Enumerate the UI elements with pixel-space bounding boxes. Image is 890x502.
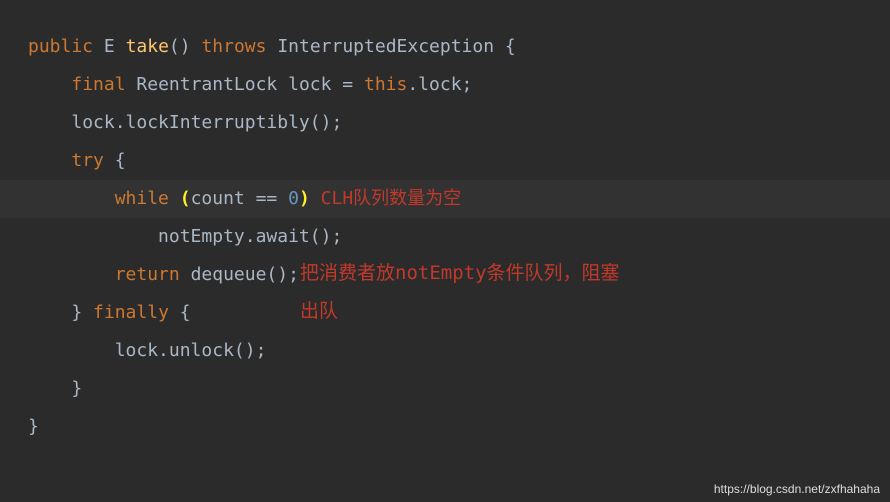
condition-expr: count ==: [191, 188, 289, 209]
brace-close: }: [71, 378, 82, 399]
parentheses: (): [169, 36, 191, 57]
keyword-throws: throws: [201, 36, 266, 57]
var-decl: lock =: [288, 74, 364, 95]
keyword-public: public: [28, 36, 93, 57]
number-zero: 0: [288, 188, 299, 209]
keyword-try: try: [71, 150, 104, 171]
annotation-dequeue: 出队: [300, 292, 338, 330]
code-line-1: public E take() throws InterruptedExcept…: [28, 28, 890, 66]
code-editor: public E take() throws InterruptedExcept…: [0, 0, 890, 446]
type-reentrantlock: ReentrantLock: [136, 74, 277, 95]
keyword-final: final: [71, 74, 125, 95]
brace-open: {: [169, 302, 191, 323]
keyword-finally: finally: [93, 302, 169, 323]
field-access: .lock;: [407, 74, 472, 95]
indent: [28, 226, 158, 247]
indent: [28, 340, 115, 361]
indent: [28, 378, 71, 399]
brace-open: {: [104, 150, 126, 171]
paren-open-highlight: (: [180, 188, 191, 209]
code-line-4: try {: [28, 142, 890, 180]
paren-close-highlight: ): [299, 188, 310, 209]
return-type: E: [104, 36, 115, 57]
code-line-3: lock.lockInterruptibly();: [28, 104, 890, 142]
code-line-11: }: [28, 408, 890, 446]
annotation-clh: CLH队列数量为空: [310, 188, 461, 209]
space-paren: [169, 188, 180, 209]
keyword-this: this: [364, 74, 407, 95]
dequeue-call: dequeue();: [180, 264, 299, 285]
indent: [28, 264, 115, 285]
await-call: notEmpty.await();: [158, 226, 342, 247]
method-call: lock.lockInterruptibly();: [71, 112, 342, 133]
code-line-8: } finally {: [28, 294, 890, 332]
exception-type: InterruptedException: [277, 36, 494, 57]
code-line-2: final ReentrantLock lock = this.lock;: [28, 66, 890, 104]
code-line-9: lock.unlock();: [28, 332, 890, 370]
indent: [28, 112, 71, 133]
annotation-consumer: 把消费者放notEmpty条件队列，阻塞: [300, 254, 620, 292]
method-name: take: [126, 36, 169, 57]
brace-open: {: [494, 36, 516, 57]
indent: [28, 188, 115, 209]
indent: [28, 150, 71, 171]
brace-close: }: [28, 416, 39, 437]
keyword-while: while: [115, 188, 169, 209]
code-line-5-highlighted: while (count == 0) CLH队列数量为空: [0, 180, 890, 218]
watermark-text: https://blog.csdn.net/zxfhahaha: [714, 482, 880, 496]
indent: [28, 302, 71, 323]
keyword-return: return: [115, 264, 180, 285]
indent: [28, 74, 71, 95]
unlock-call: lock.unlock();: [115, 340, 267, 361]
code-line-6: notEmpty.await();: [28, 218, 890, 256]
brace-close: }: [71, 302, 93, 323]
code-line-10: }: [28, 370, 890, 408]
